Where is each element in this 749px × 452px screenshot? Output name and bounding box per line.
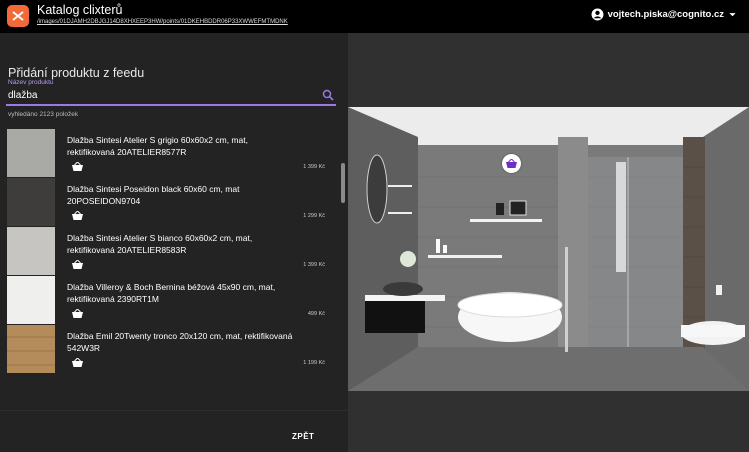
list-item[interactable]: Dlažba Sintesi Poseidon black 60x60 cm, …: [7, 178, 335, 227]
product-name: Dlažba Sintesi Atelier S grigio 60x60x2 …: [67, 135, 248, 157]
chevron-down-icon: [729, 13, 736, 17]
list-scrollbar[interactable]: [341, 163, 345, 406]
image-path-link[interactable]: /images/01DJAMH2DBJGJ14D8XHXEEP3HW/point…: [37, 19, 288, 25]
footer-divider: [0, 410, 348, 411]
product-name: Dlažba Emil 20Twenty tronco 20x120 cm, m…: [67, 331, 293, 353]
product-name: Dlažba Villeroy & Boch Bernina béžová 45…: [67, 282, 276, 304]
product-price: 1 199 Kč: [303, 360, 325, 366]
basket-icon: [506, 159, 517, 168]
product-list: Dlažba Sintesi Atelier S grigio 60x60x2 …: [7, 129, 335, 375]
basket-icon[interactable]: [72, 358, 83, 367]
basket-icon[interactable]: [72, 211, 83, 220]
product-name: Dlažba Sintesi Atelier S bianco 60x60x2 …: [67, 233, 253, 255]
product-thumbnail: [7, 129, 55, 177]
app-logo: [7, 5, 29, 27]
product-thumbnail: [7, 178, 55, 226]
user-menu[interactable]: vojtech.piska@cognito.cz: [591, 8, 737, 21]
basket-icon[interactable]: [72, 260, 83, 269]
list-item[interactable]: Dlažba Sintesi Atelier S bianco 60x60x2 …: [7, 227, 335, 276]
product-name: Dlažba Sintesi Poseidon black 60x60 cm, …: [67, 184, 240, 206]
result-count: vyhledáno 2123 položek: [8, 111, 79, 118]
product-thumbnail: [7, 227, 55, 275]
logo-icon: [12, 11, 24, 21]
product-price: 1 299 Kč: [303, 213, 325, 219]
back-button[interactable]: ZPĚT: [292, 432, 314, 441]
list-item[interactable]: Dlažba Villeroy & Boch Bernina béžová 45…: [7, 276, 335, 325]
search-icon[interactable]: [322, 89, 334, 101]
user-email: vojtech.piska@cognito.cz: [607, 9, 724, 20]
product-thumbnail: [7, 325, 55, 373]
top-bar: Katalog clixterů /images/01DJAMH2DBJGJ14…: [0, 0, 749, 33]
panel-title: Přidání produktu z feedu: [8, 66, 145, 80]
product-price: 1 399 Kč: [303, 262, 325, 268]
list-item[interactable]: Dlažba Sintesi Atelier S grigio 60x60x2 …: [7, 129, 335, 178]
product-price: 1 399 Kč: [303, 164, 325, 170]
app-title: Katalog clixterů: [37, 3, 123, 17]
product-hotspot[interactable]: [502, 154, 521, 173]
bathroom-image: [348, 107, 749, 391]
basket-icon[interactable]: [72, 309, 83, 318]
list-item[interactable]: Dlažba Emil 20Twenty tronco 20x120 cm, m…: [7, 325, 335, 374]
account-icon: [591, 8, 604, 21]
search-underline: [6, 104, 336, 106]
basket-icon[interactable]: [72, 162, 83, 171]
search-input[interactable]: [8, 89, 308, 101]
product-price: 499 Kč: [307, 311, 325, 317]
search-label: Název produktu: [8, 79, 54, 86]
product-thumbnail: [7, 276, 55, 324]
scrollbar-thumb[interactable]: [341, 163, 345, 203]
